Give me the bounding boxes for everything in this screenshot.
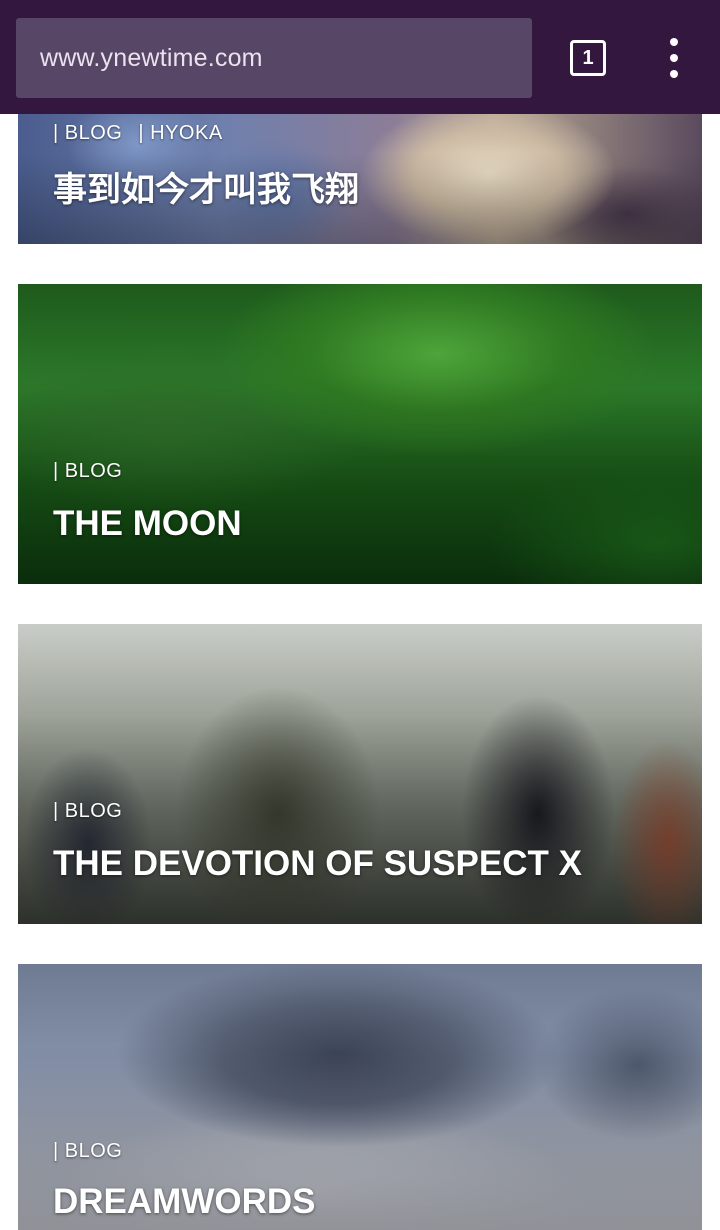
menu-dot: [670, 38, 678, 46]
post-tags: | BLOG | HYOKA: [53, 122, 233, 145]
post-title[interactable]: 事到如今才叫我飞翔: [53, 162, 359, 211]
post-tag[interactable]: | BLOG: [53, 460, 122, 482]
post-card-hyoka[interactable]: | BLOG | HYOKA 事到如今才叫我飞翔: [18, 114, 702, 244]
post-title[interactable]: THE MOON: [53, 504, 242, 544]
post-tag[interactable]: | BLOG: [53, 1140, 122, 1162]
post-tag[interactable]: | BLOG: [53, 800, 122, 822]
menu-dot: [670, 70, 678, 78]
url-text: www.ynewtime.com: [40, 43, 263, 72]
post-title[interactable]: THE DEVOTION OF SUSPECT X: [53, 844, 582, 884]
post-tag[interactable]: | HYOKA: [138, 122, 222, 144]
post-tags: | BLOG: [53, 1140, 132, 1163]
post-tags: | BLOG: [53, 800, 132, 823]
menu-dot: [670, 54, 678, 62]
url-bar[interactable]: www.ynewtime.com: [16, 18, 532, 98]
post-card-the-moon[interactable]: | BLOG THE MOON: [18, 284, 702, 584]
post-card-suspect-x[interactable]: | BLOG THE DEVOTION OF SUSPECT X: [18, 624, 702, 924]
tab-switcher-button[interactable]: 1: [570, 40, 606, 76]
post-title[interactable]: DREAMWORDS: [53, 1182, 315, 1222]
post-card-dreamwords[interactable]: | BLOG DREAMWORDS: [18, 964, 702, 1230]
browser-toolbar: www.ynewtime.com 1: [0, 0, 720, 114]
post-tags: | BLOG: [53, 460, 132, 483]
tab-count: 1: [582, 46, 594, 69]
overflow-menu-icon[interactable]: [660, 38, 688, 78]
post-tag[interactable]: | BLOG: [53, 122, 122, 144]
